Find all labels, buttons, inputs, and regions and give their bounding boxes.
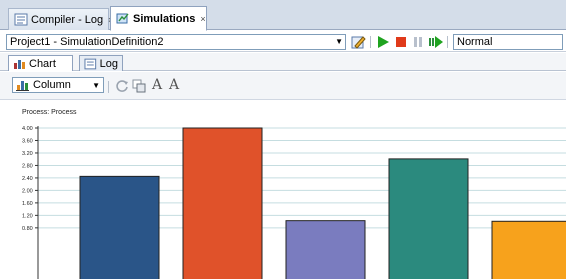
font-decrease-icon[interactable]: A (166, 77, 182, 93)
refresh-icon[interactable] (114, 78, 130, 94)
copy-icon[interactable] (131, 78, 147, 94)
y-tick-label: 2.80 (22, 163, 33, 169)
chart-type-value: Column (33, 79, 71, 91)
speed-mode-value: Normal (457, 36, 493, 48)
chart-toolbar: Column ▼ A A (0, 72, 566, 100)
bar (79, 175, 160, 279)
tab-simulations[interactable]: Simulations × (110, 6, 207, 31)
y-tick-label: 1.60 (22, 201, 33, 207)
log-icon (84, 58, 97, 69)
toolbar-separator (108, 81, 109, 93)
speed-mode-field[interactable]: Normal (453, 34, 563, 50)
y-tick-label: 3.60 (22, 138, 33, 144)
y-tick-label: 2.00 (22, 188, 33, 194)
chart-icon (14, 59, 25, 69)
step-icon[interactable] (428, 34, 444, 50)
y-tick-label: 1.20 (22, 213, 33, 219)
pause-icon[interactable] (410, 34, 426, 50)
simulation-definition-value: Project1 - SimulationDefinition2 (10, 36, 164, 48)
tab-label: Log (99, 57, 118, 70)
tab-label: Simulations (133, 12, 196, 25)
column-chart-icon (16, 81, 29, 91)
editor-tab-strip: Compiler - Log × Simulations × (0, 0, 566, 31)
close-icon[interactable]: × (200, 14, 205, 24)
y-tick-label: 3.20 (22, 151, 33, 157)
bar (388, 158, 469, 279)
chart-panel: Process: Process 4.00 3.60 3.20 2.80 2.40 2.0… (0, 101, 566, 279)
toolbar-separator (447, 36, 448, 48)
simulation-toolbar: Project1 - SimulationDefinition2 ▼ Norma… (0, 31, 566, 52)
bar (491, 220, 566, 279)
play-icon[interactable] (375, 34, 391, 50)
tab-log[interactable]: Log (79, 55, 123, 71)
y-tick-label: 0.80 (22, 226, 33, 232)
document-icon (14, 13, 28, 26)
bar (182, 127, 263, 279)
stop-icon[interactable] (393, 34, 409, 50)
y-tick-label: 4.00 (22, 126, 33, 132)
simulation-icon (116, 13, 129, 24)
tab-compiler-log[interactable]: Compiler - Log × (8, 8, 113, 30)
font-increase-icon[interactable]: A (149, 77, 165, 93)
y-tick-label: 2.40 (22, 176, 33, 182)
tab-label: Compiler - Log (31, 13, 104, 26)
column-chart: 4.00 3.60 3.20 2.80 2.40 2.00 1.60 1.20 0.80 (22, 126, 566, 279)
view-tabs: Chart Log (0, 53, 566, 71)
edit-icon[interactable] (350, 34, 366, 50)
tab-chart[interactable]: Chart (8, 55, 73, 71)
tab-label: Chart (29, 57, 56, 70)
chevron-down-icon[interactable]: ▼ (335, 35, 343, 49)
bar (285, 220, 366, 279)
toolbar-separator (370, 36, 371, 48)
chart-type-select[interactable]: Column ▼ (12, 77, 104, 93)
chevron-down-icon[interactable]: ▼ (92, 81, 100, 90)
simulation-definition-select[interactable]: Project1 - SimulationDefinition2 ▼ (6, 34, 346, 50)
